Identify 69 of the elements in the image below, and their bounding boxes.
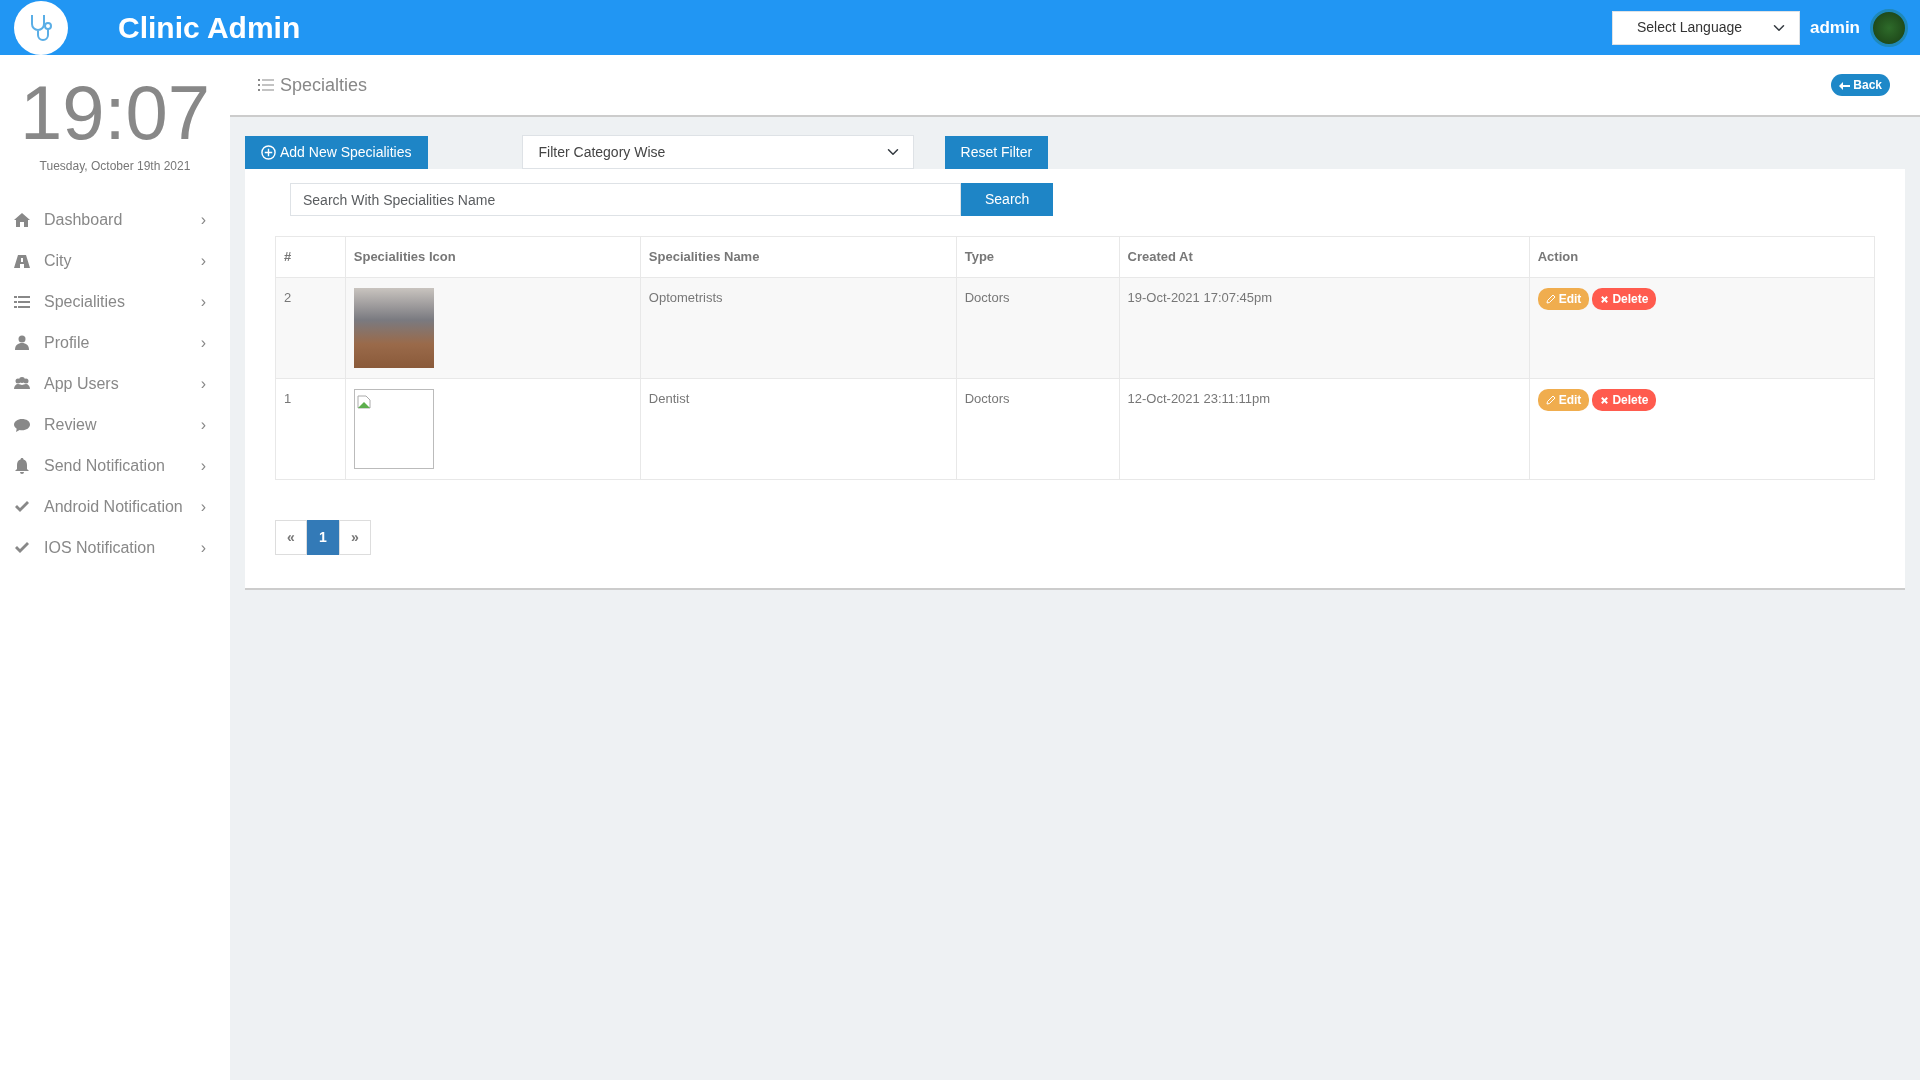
back-button[interactable]: Back [1831,74,1890,96]
language-select[interactable]: Select Language [1611,10,1800,45]
avatar[interactable] [1870,8,1908,47]
table-cell: 1 [275,378,346,479]
table-cell: Dentist [640,378,957,479]
clock-date: Tuesday, October 19th 2021 [38,158,192,175]
page-link[interactable]: » [339,519,371,555]
table-cell: Doctors [956,378,1120,479]
add-specialities-button[interactable]: Add New Specialities [245,135,428,169]
clock-time: 19:07 [18,69,212,151]
close-icon [1600,395,1610,405]
pencil-icon [1545,294,1556,305]
sidebar-item[interactable]: IOS Notification [44,535,201,560]
user-icon [14,334,30,351]
broken-image-icon [353,388,434,469]
column-header: Created At [1119,236,1530,277]
user-name[interactable]: admin [1809,14,1860,41]
search-field[interactable]: Search With Specialities Name [290,183,961,216]
delete-button[interactable]: Delete [1592,287,1657,310]
sidebar-item[interactable]: City [44,248,201,273]
page-link[interactable]: 1 [307,519,339,555]
column-header: Action [1529,236,1875,277]
table-cell: Doctors [956,277,1120,378]
list-icon [14,293,30,310]
chevron-icon: › [200,289,206,314]
category-filter-select[interactable]: Filter Category Wise [521,135,914,169]
sidebar-item[interactable]: Android Notification [44,494,201,519]
chevron-icon: › [200,330,206,355]
sidebar-item[interactable]: Send Notification [44,453,201,478]
edit-button[interactable]: Edit [1537,287,1590,310]
speech-bubble-icon [14,416,30,433]
chevron-icon: › [200,535,206,560]
road-icon [14,252,30,269]
page-link[interactable]: « [275,519,307,555]
table-cell: Optometrists [640,277,957,378]
close-icon [1600,294,1610,304]
chevron-icon: › [200,412,206,437]
table-cell: 19-Oct-2021 17:07:45pm [1119,277,1530,378]
page-title: Specialties [280,73,369,97]
checkmark-icon [14,498,30,515]
table-cell: 12-Oct-2021 23:11:11pm [1119,378,1530,479]
app-title: Clinic Admin [118,10,301,46]
delete-button[interactable]: Delete [1592,388,1657,411]
users-icon [14,375,30,392]
column-header: Specialities Icon [345,236,641,277]
column-header: # [275,236,346,277]
chevron-icon: › [200,494,206,519]
sidebar-item[interactable]: Specialities [44,289,201,314]
table-cell: 2 [275,277,346,378]
chevron-icon: › [200,453,206,478]
plus-circle-icon [261,144,276,160]
chevron-icon: › [200,248,206,273]
reset-filter-button[interactable]: Reset Filter [944,135,1049,169]
search-button[interactable]: Search [961,183,1054,216]
edit-button[interactable]: Edit [1537,388,1590,411]
chevron-icon: › [200,207,206,232]
pencil-icon [1545,395,1556,406]
sidebar-item[interactable]: Dashboard [44,207,201,232]
checkmark-icon [14,539,30,556]
chevron-icon: › [200,371,206,396]
sidebar-item[interactable]: Review [44,412,201,437]
column-header: Type [956,236,1120,277]
column-header: Specialities Name [640,236,957,277]
home-icon [14,211,30,228]
sidebar-item[interactable]: App Users [44,371,201,396]
sidebar-item[interactable]: Profile [44,330,201,355]
bell-icon [14,457,30,474]
arrow-left-icon [1839,81,1851,90]
list-icon [258,78,274,92]
